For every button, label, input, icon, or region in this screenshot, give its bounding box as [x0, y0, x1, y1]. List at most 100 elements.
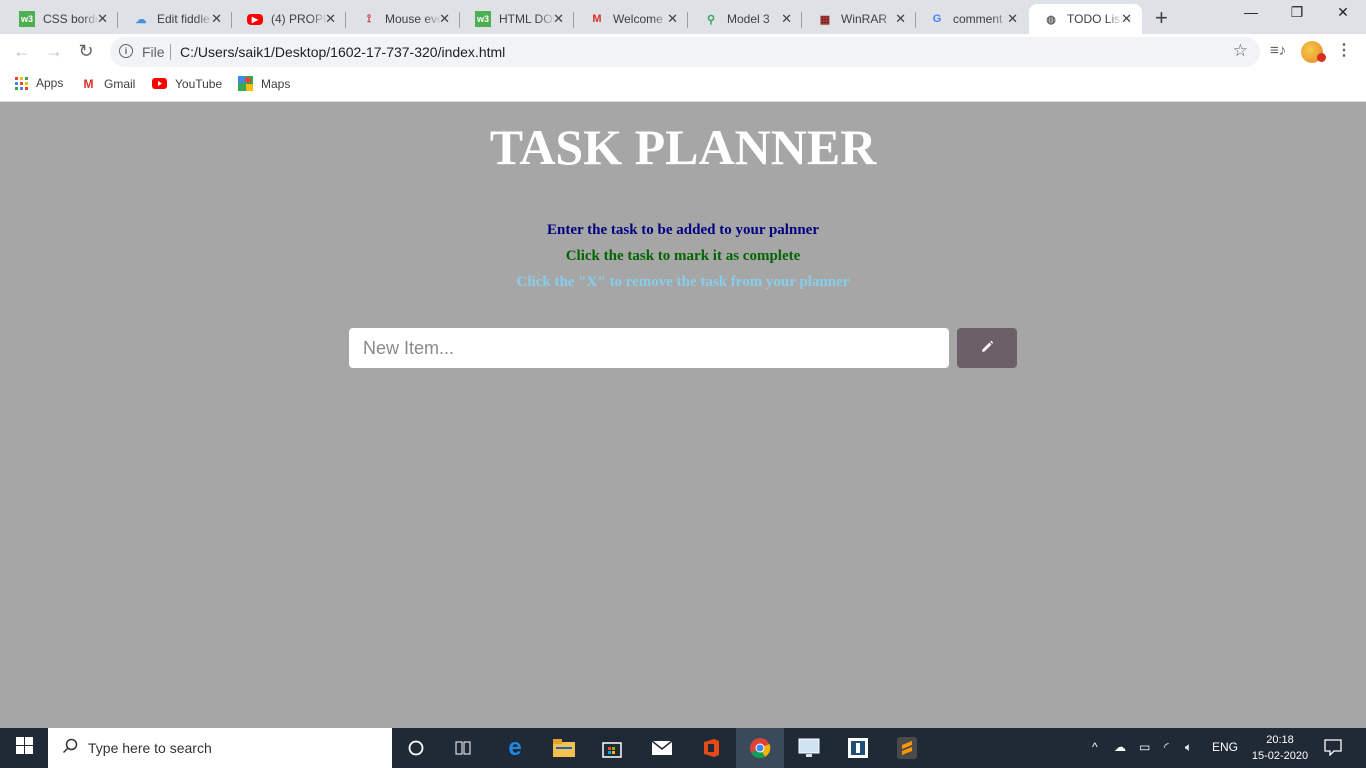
tab-title: WinRAR [841, 12, 888, 26]
close-icon[interactable]: ✕ [325, 11, 336, 27]
remote-desktop-icon[interactable] [795, 734, 823, 762]
tab-title: TODO List [1067, 12, 1123, 26]
search-placeholder: Type here to search [88, 740, 212, 756]
file-explorer-icon[interactable] [550, 734, 578, 762]
mail-icon[interactable] [648, 734, 676, 762]
close-icon[interactable]: ✕ [97, 11, 108, 27]
close-icon[interactable]: ✕ [781, 11, 792, 27]
tray-overflow-icon[interactable]: ^ [1092, 740, 1098, 754]
battery-icon[interactable]: ▭ [1139, 740, 1150, 754]
clock[interactable]: 20:18 15-02-2020 [1248, 732, 1312, 764]
instruction-complete: Click the task to mark it as complete [565, 248, 801, 264]
chrome-icon[interactable] [746, 734, 774, 762]
close-icon[interactable]: ✕ [1007, 11, 1018, 27]
tab-title: Welcome [613, 12, 663, 26]
close-icon[interactable]: ✕ [553, 11, 564, 27]
forward-arrow-icon[interactable]: → [42, 41, 66, 62]
browser-tab[interactable]: ☁ Edit fiddle ✕ [119, 4, 232, 34]
url-text[interactable]: C:/Users/saik1/Desktop/1602-17-737-320/i… [180, 44, 505, 60]
close-icon[interactable]: ✕ [667, 11, 678, 27]
tab-title: Edit fiddle [157, 12, 210, 26]
bookmark-star-icon[interactable]: ☆ [1233, 41, 1248, 61]
bookmark-apps[interactable]: Apps [15, 76, 63, 90]
winrar-icon: ▦ [819, 13, 831, 26]
tab-title: HTML DOM [499, 12, 555, 26]
tab-separator [459, 12, 460, 28]
scheme-label: File [142, 44, 165, 60]
app-bracket-icon[interactable] [844, 734, 872, 762]
kebab-menu-icon[interactable]: ⋮ [1336, 40, 1352, 60]
media-control-icon[interactable]: ≡♪ [1270, 42, 1286, 59]
volume-icon[interactable]: 🔈︎ [1185, 740, 1192, 755]
browser-tab[interactable]: M Welcome ✕ [575, 4, 688, 34]
browser-tab[interactable]: ▶ (4) PROPER✕ [233, 4, 346, 34]
language-indicator[interactable]: ENG [1212, 740, 1238, 754]
add-item-button[interactable] [957, 328, 1017, 368]
wifi-icon[interactable]: ◜ [1164, 740, 1169, 754]
youtube-icon [152, 76, 167, 91]
new-item-input[interactable] [349, 328, 949, 368]
restore-button[interactable]: ❐ [1274, 4, 1320, 21]
clock-time: 20:18 [1266, 734, 1294, 746]
bookmark-maps[interactable]: Maps [238, 76, 290, 91]
store-icon[interactable] [598, 734, 626, 762]
gmail-icon: M [83, 76, 94, 91]
close-icon[interactable]: ✕ [1121, 11, 1132, 27]
browser-tab[interactable]: ◍ TODO List ✕ [1029, 4, 1142, 34]
pencil-icon [980, 340, 994, 357]
browser-tab[interactable]: Gcomment ✕ [915, 4, 1028, 34]
runner-icon: ⚲ [706, 13, 716, 26]
tab-title: CSS border [43, 12, 99, 26]
google-icon: G [932, 13, 942, 25]
browser-tab[interactable]: w3 CSS border✕ [5, 4, 118, 34]
office-icon[interactable] [697, 734, 725, 762]
bookmark-youtube[interactable]: YouTube [152, 76, 222, 91]
page-viewport: TASK PLANNER Enter the task to be added … [0, 102, 1366, 728]
tab-separator [117, 12, 118, 28]
edge-icon[interactable]: e [501, 734, 529, 762]
tab-separator [231, 12, 232, 28]
new-tab-button[interactable]: + [1155, 5, 1168, 31]
info-icon[interactable]: i [119, 44, 133, 58]
back-arrow-icon[interactable]: ← [10, 41, 34, 62]
bookmark-label: Gmail [104, 76, 136, 91]
tab-title: Model 3 [727, 12, 770, 26]
notifications-icon[interactable] [1324, 738, 1342, 759]
profile-avatar[interactable] [1301, 41, 1326, 63]
bookmark-gmail[interactable]: M Gmail [81, 76, 136, 91]
task-view-icon[interactable] [450, 734, 478, 762]
minimize-button[interactable]: — [1228, 4, 1274, 20]
onedrive-icon[interactable]: ☁ [1114, 740, 1126, 754]
w3schools-icon: w3 [19, 11, 35, 27]
bookmark-label: Maps [261, 76, 291, 91]
tab-separator [345, 12, 346, 28]
browser-tab[interactable]: w3 HTML DOM✕ [461, 4, 574, 34]
cortana-icon[interactable] [402, 734, 430, 762]
instruction-remove: Click the "X" to remove the task from yo… [516, 274, 850, 290]
tab-title: Mouse events [385, 12, 441, 26]
bookmark-label: Apps [36, 76, 64, 90]
tab-separator [801, 12, 802, 28]
reload-icon[interactable]: ↻ [74, 41, 98, 62]
browser-toolbar: ← → ↻ i File C:/Users/saik1/Desktop/1602… [0, 34, 1366, 70]
browser-tab[interactable]: ⚲ Model 3 ✕ [689, 4, 802, 34]
page-title: TASK PLANNER [489, 119, 877, 175]
taskbar-search[interactable]: Type here to search [48, 728, 392, 768]
close-icon[interactable]: ✕ [895, 11, 906, 27]
search-icon [62, 738, 78, 759]
windows-logo-icon [15, 737, 33, 759]
youtube-icon: ▶ [247, 13, 263, 25]
address-bar[interactable]: i File C:/Users/saik1/Desktop/1602-17-73… [110, 37, 1260, 67]
tab-title: comment [953, 12, 1003, 26]
browser-tab[interactable]: ⟟ Mouse events✕ [347, 4, 460, 34]
close-icon[interactable]: ✕ [211, 11, 222, 27]
browser-tab[interactable]: ▦ WinRAR ✕ [803, 4, 916, 34]
bookmark-label: YouTube [175, 76, 223, 91]
sublime-text-icon[interactable] [893, 734, 921, 762]
start-button[interactable] [0, 728, 48, 768]
tower-icon: ⟟ [366, 12, 372, 25]
window-close-button[interactable]: ✕ [1320, 4, 1366, 21]
close-icon[interactable]: ✕ [439, 11, 450, 27]
maps-icon [238, 76, 253, 91]
tab-separator [573, 12, 574, 28]
